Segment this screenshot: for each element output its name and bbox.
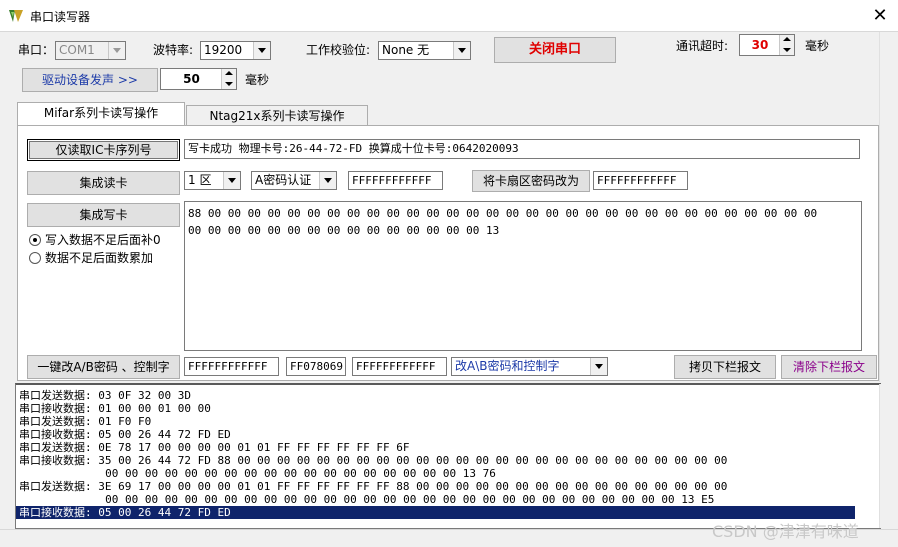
window-scrollbar[interactable] — [879, 32, 898, 382]
timeout-unit: 毫秒 — [805, 39, 830, 53]
window-title: 串口读写器 — [30, 10, 91, 24]
log-line: 串口接收数据: 01 00 00 01 00 00 — [19, 402, 211, 415]
chevron-down-icon — [590, 358, 607, 375]
log-line: 00 00 00 00 00 00 00 00 00 00 00 00 00 0… — [19, 493, 715, 506]
beep-value: 50 — [183, 72, 200, 86]
spin-down-icon[interactable] — [221, 79, 236, 89]
beep-button[interactable]: 驱动设备发声 >> — [22, 68, 158, 92]
timeout-stepper[interactable]: 30 — [739, 34, 795, 56]
chevron-down-icon — [319, 172, 336, 189]
new-key-input[interactable]: FFFFFFFFFFFF — [593, 171, 688, 190]
baud-label: 波特率: — [153, 43, 194, 57]
baud-value: 19200 — [204, 43, 243, 57]
chevron-down-icon — [223, 172, 240, 189]
auth-select[interactable]: A密码认证 — [251, 171, 337, 190]
result-field[interactable]: 写卡成功 物理卡号:26-44-72-FD 换算成十位卡号:0642020093 — [184, 139, 860, 159]
radio-increment[interactable] — [29, 252, 41, 264]
control-input[interactable]: FF078069 — [286, 357, 346, 376]
write-data-area[interactable]: 88 00 00 00 00 00 00 00 00 00 00 00 00 0… — [184, 201, 862, 351]
change-key-button[interactable]: 将卡扇区密码改为 — [472, 170, 590, 192]
chevron-down-icon — [108, 42, 125, 59]
log-area[interactable]: 串口发送数据: 03 0F 32 00 3D 串口接收数据: 01 00 00 … — [15, 383, 881, 529]
data-line: 00 00 00 00 00 00 00 00 00 00 00 00 00 0… — [188, 224, 500, 237]
log-line: 串口发送数据: 01 F0 F0 — [19, 415, 152, 428]
watermark: CSDN @津津有味道 — [712, 522, 859, 541]
beep-unit: 毫秒 — [245, 73, 270, 87]
tab-ntag[interactable]: Ntag21x系列卡读写操作 — [186, 105, 368, 126]
sector-value: 1 区 — [188, 173, 212, 187]
key-input[interactable]: FFFFFFFFFFFF — [348, 171, 443, 190]
log-scrollbar[interactable] — [879, 384, 898, 528]
parity-label: 工作校验位: — [306, 43, 371, 57]
timeout-label: 通讯超时: — [676, 39, 729, 53]
timeout-value: 30 — [751, 38, 769, 52]
log-line: 串口发送数据: 03 0F 32 00 3D — [19, 389, 191, 402]
key-b-input[interactable]: FFFFFFFFFFFF — [352, 357, 447, 376]
baud-select[interactable]: 19200 — [200, 41, 271, 60]
clear-log-button[interactable]: 清除下栏报文 — [781, 355, 877, 379]
parity-value: None 无 — [382, 43, 430, 57]
port-value: COM1 — [59, 43, 95, 57]
change-mode-value: 改A\B密码和控制字 — [455, 359, 560, 373]
log-lines: 串口发送数据: 03 0F 32 00 3D 串口接收数据: 01 00 00 … — [16, 385, 880, 519]
chevron-down-icon — [253, 42, 270, 59]
log-line: 串口接收数据: 05 00 26 44 72 FD ED — [19, 428, 231, 441]
parity-select[interactable]: None 无 — [378, 41, 471, 60]
app-logo-icon — [9, 10, 23, 22]
read-serial-button[interactable]: 仅读取IC卡序列号 — [27, 139, 180, 161]
port-label: 串口： — [18, 43, 55, 57]
key-a-input[interactable]: FFFFFFFFFFFF — [184, 357, 279, 376]
change-mode-select[interactable]: 改A\B密码和控制字 — [451, 357, 608, 376]
spin-down-icon[interactable] — [779, 45, 794, 55]
log-line: 串口发送数据: 0E 78 17 00 00 00 00 01 01 FF FF… — [19, 441, 410, 454]
auth-value: A密码认证 — [255, 173, 312, 187]
data-line: 88 00 00 00 00 00 00 00 00 00 00 00 00 0… — [188, 207, 818, 220]
write-card-button[interactable]: 集成写卡 — [27, 203, 180, 227]
radio-pad-zero[interactable] — [29, 234, 41, 246]
tab-mifare[interactable]: Mifar系列卡读写操作 — [17, 102, 185, 126]
sector-select[interactable]: 1 区 — [184, 171, 241, 190]
close-port-button[interactable]: 关闭串口 — [494, 37, 616, 63]
copy-log-button[interactable]: 拷贝下栏报文 — [674, 355, 776, 379]
title-bar — [0, 0, 898, 32]
radio-pad-zero-label: 写入数据不足后面补0 — [45, 233, 161, 247]
port-select[interactable]: COM1 — [55, 41, 126, 60]
log-line: 00 00 00 00 00 00 00 00 00 00 00 00 00 0… — [19, 467, 496, 480]
read-card-button[interactable]: 集成读卡 — [27, 171, 180, 195]
log-line: 串口发送数据: 3E 69 17 00 00 00 00 01 01 FF FF… — [19, 480, 728, 493]
beep-stepper[interactable]: 50 — [160, 68, 237, 90]
radio-increment-label: 数据不足后面数累加 — [45, 251, 154, 265]
change-ab-button[interactable]: 一键改A/B密码 、控制字 — [27, 355, 180, 379]
chevron-down-icon — [453, 42, 470, 59]
close-icon[interactable]: ✕ — [868, 4, 892, 28]
log-line: 串口接收数据: 35 00 26 44 72 FD 88 00 00 00 00… — [19, 454, 728, 467]
